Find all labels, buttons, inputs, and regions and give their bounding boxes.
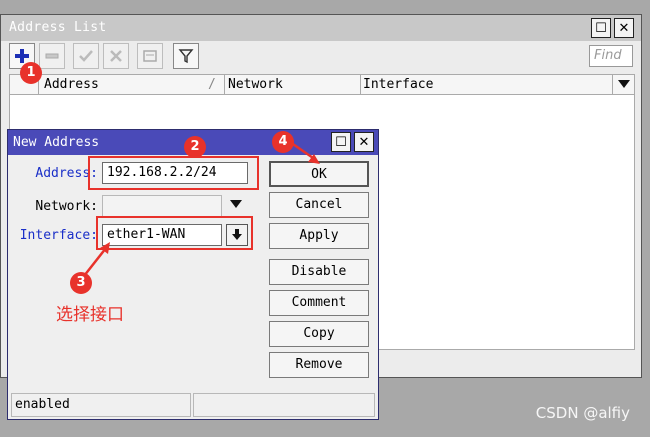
column-network[interactable]: Network xyxy=(228,77,283,92)
filter-icon xyxy=(178,49,194,64)
annotation-note: 选择接口 xyxy=(56,305,124,325)
column-header: Address / Network Interface xyxy=(9,74,635,95)
annotation-badge-2: 2 xyxy=(184,136,206,158)
status-text: enabled xyxy=(11,393,191,417)
column-address[interactable]: Address xyxy=(44,77,99,92)
annotation-badge-1: 1 xyxy=(20,62,42,84)
sort-indicator: / xyxy=(208,77,216,92)
column-divider xyxy=(360,75,361,94)
address-label: Address: xyxy=(35,166,98,181)
column-interface[interactable]: Interface xyxy=(363,77,433,92)
watermark: CSDN @alfiy xyxy=(535,404,630,422)
dialog-maximize-icon[interactable]: ☐ xyxy=(331,132,351,152)
annotation-box-interface xyxy=(96,216,253,250)
cancel-button[interactable]: Cancel xyxy=(269,192,369,218)
network-dropdown-icon[interactable] xyxy=(230,200,242,209)
check-icon xyxy=(79,50,93,62)
maximize-icon[interactable]: ☐ xyxy=(591,18,611,38)
filter-button[interactable] xyxy=(173,43,199,69)
disable-button[interactable] xyxy=(103,43,129,69)
comment-icon xyxy=(143,50,157,62)
column-divider xyxy=(224,75,225,94)
copy-button[interactable]: Copy xyxy=(269,321,369,347)
dialog-title: New Address xyxy=(13,135,100,150)
network-label: Network: xyxy=(35,199,98,214)
status-bar: enabled xyxy=(11,393,375,417)
annotation-arrow-4 xyxy=(289,140,320,164)
remove-button[interactable] xyxy=(39,43,65,69)
column-divider xyxy=(612,75,613,94)
network-input[interactable] xyxy=(102,195,222,217)
minus-icon xyxy=(45,53,59,59)
annotation-box-address xyxy=(88,156,259,190)
comment-button[interactable]: Comment xyxy=(269,290,369,316)
remove-button[interactable]: Remove xyxy=(269,352,369,378)
disable-button[interactable]: Disable xyxy=(269,259,369,285)
dialog-close-icon[interactable]: ✕ xyxy=(354,132,374,152)
comment-button[interactable] xyxy=(137,43,163,69)
x-icon xyxy=(110,50,122,62)
address-list-titlebar[interactable]: Address List ☐ ✕ xyxy=(1,15,641,41)
annotation-badge-3: 3 xyxy=(70,272,92,294)
column-menu-icon[interactable] xyxy=(618,80,630,90)
apply-button[interactable]: Apply xyxy=(269,223,369,249)
enable-button[interactable] xyxy=(73,43,99,69)
close-icon[interactable]: ✕ xyxy=(614,18,634,38)
address-list-title: Address List xyxy=(9,20,107,35)
find-input[interactable]: Find xyxy=(589,45,633,67)
status-cell-empty xyxy=(193,393,375,417)
